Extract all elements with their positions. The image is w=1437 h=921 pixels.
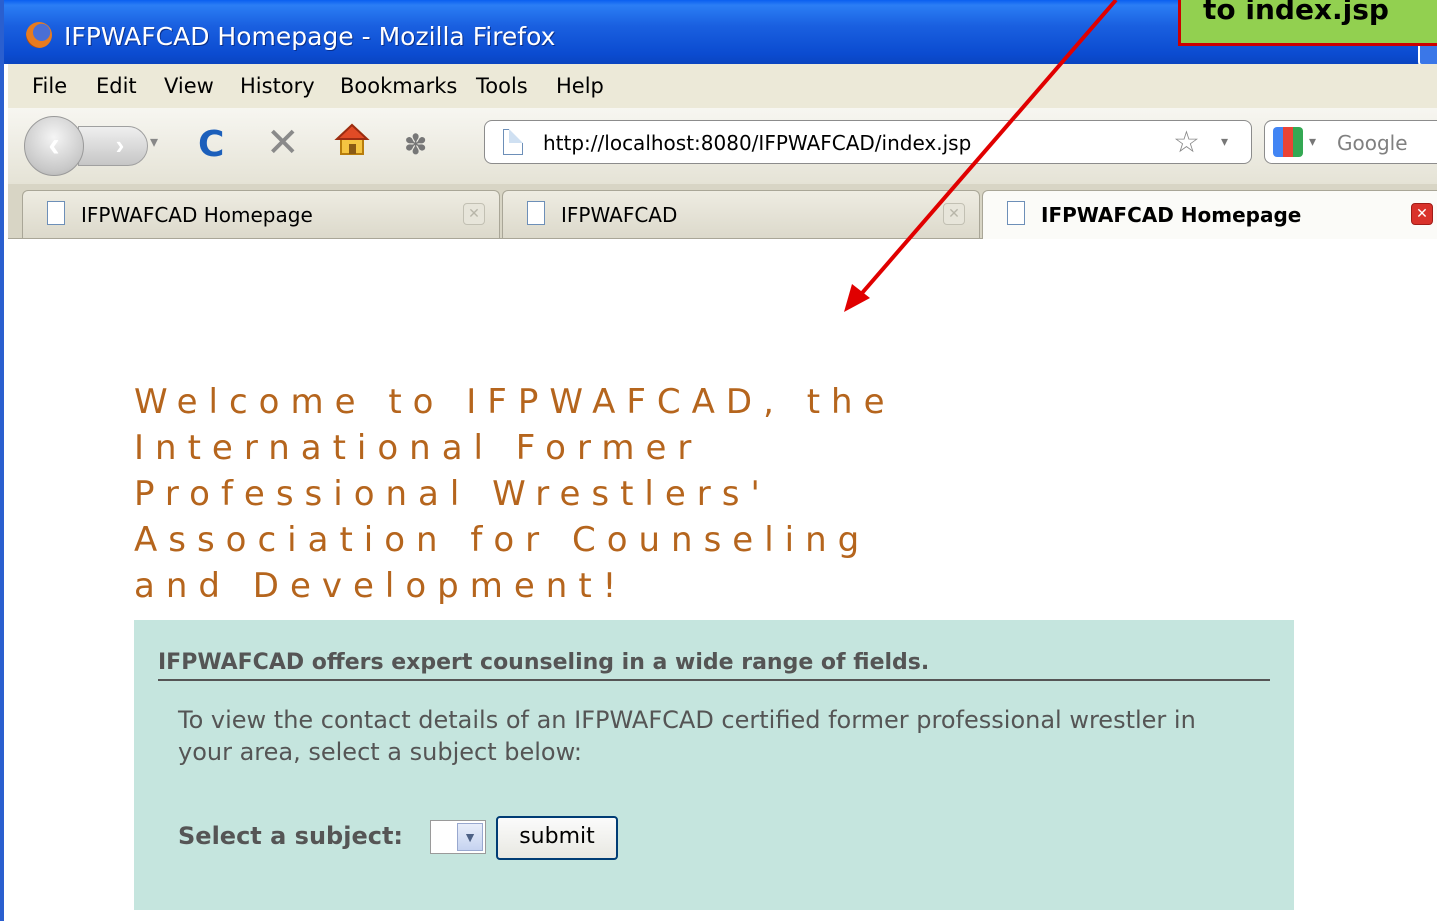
menu-help[interactable]: Help [556,74,604,98]
reload-icon[interactable]: C [198,124,224,165]
panel-subheading: IFPWAFCAD offers expert counseling in a … [158,650,1270,681]
tab-ifpwafcad[interactable]: IFPWAFCAD ✕ [502,190,980,238]
search-engine-dropdown-icon[interactable]: ▾ [1309,133,1316,150]
menu-edit[interactable]: Edit [96,74,137,98]
home-icon[interactable] [334,122,370,158]
stop-icon[interactable]: ✕ [266,120,300,166]
navigation-toolbar: › ‹ ▾ C ✕ ✽ http://localhost:8080/IFPWAF… [8,108,1437,185]
tab-label: IFPWAFCAD Homepage [1041,203,1302,227]
subject-select[interactable]: ▼ [430,820,486,854]
menu-history[interactable]: History [240,74,315,98]
window-title: IFPWAFCAD Homepage - Mozilla Firefox [64,22,556,51]
tab-ifpwafcad-homepage-active[interactable]: IFPWAFCAD Homepage ✕ [982,190,1437,240]
menu-tools[interactable]: Tools [476,74,528,98]
history-dropdown-icon[interactable]: ▾ [150,132,158,152]
welcome-line: and Development! [134,566,628,606]
menu-view[interactable]: View [164,74,214,98]
page-content: Welcome to IFPWAFCAD, the International … [8,239,1437,921]
page-icon [47,201,65,225]
back-button[interactable]: ‹ [24,116,84,176]
search-bar[interactable]: ▾ Google [1264,120,1437,164]
tab-label: IFPWAFCAD [561,203,678,227]
menu-file[interactable]: File [32,74,67,98]
close-icon[interactable]: ✕ [1411,203,1433,225]
forward-button[interactable]: › [78,126,148,166]
tab-ifpwafcad-homepage-1[interactable]: IFPWAFCAD Homepage ✕ [22,190,500,238]
subject-panel: IFPWAFCAD offers expert counseling in a … [134,620,1294,910]
page-icon [503,129,523,155]
browser-window: IFPWAFCAD Homepage - Mozilla Firefox to … [0,0,1437,921]
tab-label: IFPWAFCAD Homepage [81,203,313,227]
address-bar[interactable]: http://localhost:8080/IFPWAFCAD/index.js… [484,120,1252,164]
addon-icon[interactable]: ✽ [404,128,427,161]
url-text[interactable]: http://localhost:8080/IFPWAFCAD/index.js… [543,131,971,155]
annotation-callout: to index.jsp [1178,0,1437,46]
bookmark-star-icon[interactable]: ☆ [1173,125,1200,160]
welcome-line: Association for Counseling [134,520,871,560]
welcome-line: International Former [134,428,703,468]
select-label: Select a subject: [178,822,404,850]
menu-bookmarks[interactable]: Bookmarks [340,74,457,98]
close-icon[interactable]: ✕ [463,203,485,225]
welcome-heading: Welcome to IFPWAFCAD, the International … [134,379,1014,609]
menu-bar: File Edit View History Bookmarks Tools H… [8,64,1437,108]
google-icon[interactable] [1273,127,1303,157]
panel-description: To view the contact details of an IFPWAF… [178,706,1196,766]
search-input[interactable]: Google [1337,131,1408,155]
back-forward-group: › ‹ ▾ [24,116,174,176]
welcome-line: Welcome to IFPWAFCAD, the [134,382,896,422]
close-icon[interactable]: ✕ [943,203,965,225]
submit-button[interactable]: submit [496,816,618,860]
tab-strip: IFPWAFCAD Homepage ✕ IFPWAFCAD ✕ IFPWAFC… [8,184,1437,240]
page-icon [1007,201,1025,225]
url-dropdown-icon[interactable]: ▾ [1221,133,1228,150]
firefox-icon [26,22,52,48]
welcome-line: Professional Wrestlers' [134,474,771,514]
page-icon [527,201,545,225]
chevron-down-icon[interactable]: ▼ [457,823,483,851]
